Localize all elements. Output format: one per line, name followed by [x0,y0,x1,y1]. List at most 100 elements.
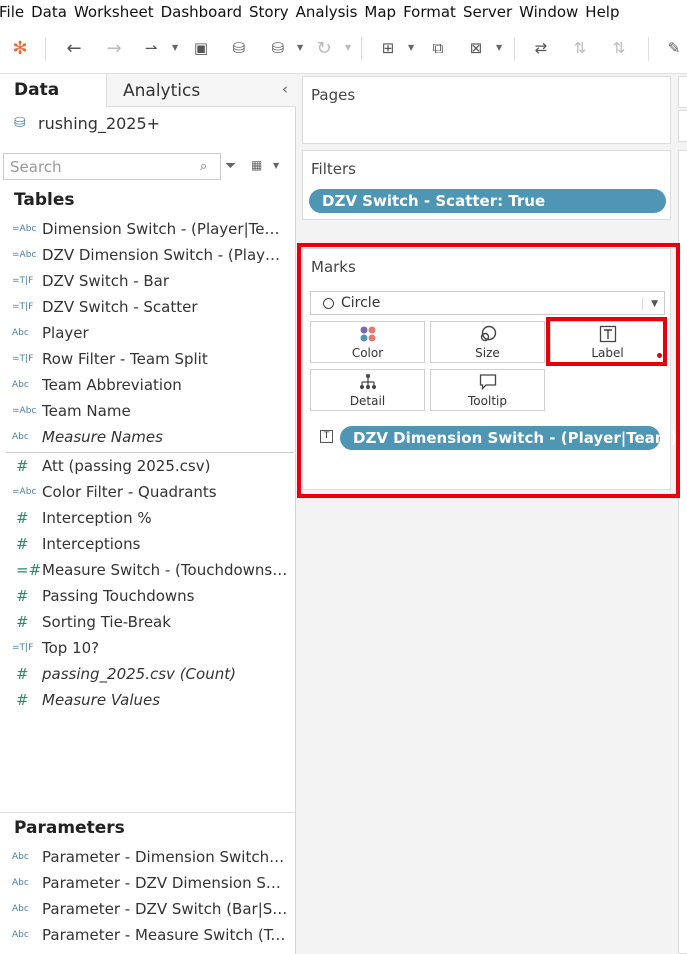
pages-shelf[interactable]: Pages [302,76,671,144]
swap-rows-columns-icon[interactable]: ⇄ [530,36,552,60]
field-type-icon: =T|F [12,354,34,364]
parameter-field[interactable]: Abc Parameter - Dimension Switch (Pl... [0,844,294,870]
measure-field[interactable]: # Passing Touchdowns [0,583,294,609]
pages-title: Pages [311,86,356,104]
measure-type-icon: # [16,691,29,709]
replay-icon[interactable]: ⇀ [140,36,162,60]
columns-shelf[interactable] [678,76,687,108]
refresh-icon[interactable]: ↻ [313,36,335,60]
measure-field[interactable]: # passing_2025.csv (Count) [0,661,294,687]
parameter-field[interactable]: Abc Parameter - Measure Switch (Tou... [0,922,294,948]
filter-icon[interactable]: ⏷ [225,158,236,174]
clear-sheet-icon[interactable]: ⊠ [465,36,487,60]
new-worksheet-icon[interactable]: ⊞ [377,36,399,60]
measure-field-name: Color Filter - Quadrants [42,483,217,501]
chevron-down-icon[interactable]: ▼ [273,161,279,170]
menu-data[interactable]: Data [31,3,74,21]
measure-field-name: Att (passing 2025.csv) [42,457,211,475]
toolbar-separator [361,37,362,61]
menu-dashboard[interactable]: Dashboard [161,3,249,21]
measure-field[interactable]: # Interception % [0,505,294,531]
field-type-icon: Abc [12,878,29,888]
chevron-down-icon[interactable]: ▼ [297,43,303,52]
dimension-field[interactable]: =T|F Row Filter - Team Split [0,346,294,372]
tab-data[interactable]: Data [0,74,106,107]
label-highlight-box [546,317,667,366]
parameters-divider [0,812,295,813]
measure-field[interactable]: # Interceptions [0,531,294,557]
menu-story[interactable]: Story [249,3,296,21]
dimension-field[interactable]: Abc Player [0,320,294,346]
search-input[interactable] [10,158,200,176]
field-type-icon: Abc [12,930,29,940]
duplicate-sheet-icon[interactable]: ⧉ [427,36,449,60]
dimension-field[interactable]: =T|F DZV Switch - Bar [0,268,294,294]
undo-icon[interactable]: ← [63,36,85,60]
collapse-pane-icon[interactable]: ‹ [282,80,288,98]
highlight-icon[interactable]: ✎ [664,36,684,60]
new-datasource-icon[interactable]: ⛁ [228,36,250,60]
measure-type-icon: # [16,613,29,631]
measure-field[interactable]: # Att (passing 2025.csv) [0,453,294,479]
filter-pill[interactable]: DZV Switch - Scatter: True [309,189,666,213]
datasource-item[interactable]: ⛁ rushing_2025+ [14,114,160,133]
measure-field[interactable]: # Sorting Tie-Break [0,609,294,635]
menu-file[interactable]: File [0,3,31,21]
tab-analytics-label: Analytics [123,81,201,101]
dimension-field-name: Measure Names [42,428,163,446]
menu-window[interactable]: Window [519,3,585,21]
measure-field-name: Measure Values [42,691,161,709]
chevron-down-icon[interactable]: ▼ [345,43,351,52]
shelves-area: Pages Filters DZV Switch - Scatter: True… [296,74,677,954]
measure-field[interactable]: =T|F Top 10? [0,635,294,661]
toolbar-separator [514,37,515,61]
menu-format[interactable]: Format [403,3,463,21]
field-type-icon: Abc [12,852,29,862]
menu-worksheet[interactable]: Worksheet [74,3,161,21]
pause-updates-icon[interactable]: ⛁ [267,36,289,60]
rows-shelf[interactable] [678,110,687,142]
toolbar-separator [45,37,46,61]
measure-field[interactable]: # Measure Values [0,687,294,713]
view-options-icon[interactable]: ▦ [251,158,262,172]
field-type-icon: =T|F [12,302,34,312]
menu-server[interactable]: Server [463,3,519,21]
filters-title: Filters [311,160,356,178]
menu-map[interactable]: Map [364,3,403,21]
redo-icon[interactable]: → [103,36,125,60]
menu-help[interactable]: Help [585,3,626,21]
sort-descending-icon[interactable]: ⇅ [608,36,630,60]
dimension-field[interactable]: =T|F DZV Switch - Scatter [0,294,294,320]
chevron-down-icon[interactable]: ▼ [496,43,502,52]
chevron-down-icon[interactable]: ▼ [172,43,178,52]
dimension-field[interactable]: Abc Team Abbreviation [0,372,294,398]
dimension-field[interactable]: Abc Measure Names [0,424,294,450]
sort-ascending-icon[interactable]: ⇅ [569,36,591,60]
parameter-field-name: Parameter - Dimension Switch (Pl... [42,848,288,866]
toolbar-separator [648,37,649,61]
filters-shelf[interactable]: Filters DZV Switch - Scatter: True [302,150,671,220]
dimension-field-name: DZV Dimension Switch - (Player|T... [42,246,288,264]
measure-field[interactable]: =Abc Color Filter - Quadrants [0,479,294,505]
dimension-field[interactable]: =Abc DZV Dimension Switch - (Player|T... [0,242,294,268]
measure-type-icon: # [16,509,29,527]
measure-field-name: Measure Switch - (Touchdowns|I... [42,561,288,579]
parameter-field[interactable]: Abc Parameter - DZV Dimension Swit... [0,870,294,896]
dimension-field-name: Dimension Switch - (Player|Team) [42,220,288,238]
dimension-field[interactable]: =Abc Team Name [0,398,294,424]
parameter-field[interactable]: Abc Parameter - DZV Switch (Bar|Sca... [0,896,294,922]
save-icon[interactable]: ▣ [190,36,212,60]
chevron-down-icon[interactable]: ▼ [408,43,414,52]
dimension-field[interactable]: =Abc Dimension Switch - (Player|Team) [0,216,294,242]
search-icon[interactable]: ⌕ [200,159,207,174]
dimension-field-name: DZV Switch - Scatter [42,298,198,316]
measure-type-icon: # [16,665,29,683]
datasource-name: rushing_2025+ [38,114,161,133]
tab-analytics[interactable]: Analytics [106,74,296,107]
tableau-logo-icon[interactable]: ✻ [9,36,31,60]
field-type-icon: =Abc [12,250,37,260]
field-type-icon: Abc [12,328,29,338]
parameter-field-name: Parameter - DZV Switch (Bar|Sca... [42,900,288,918]
menu-analysis[interactable]: Analysis [296,3,365,21]
measure-field[interactable]: =# Measure Switch - (Touchdowns|I... [0,557,294,583]
